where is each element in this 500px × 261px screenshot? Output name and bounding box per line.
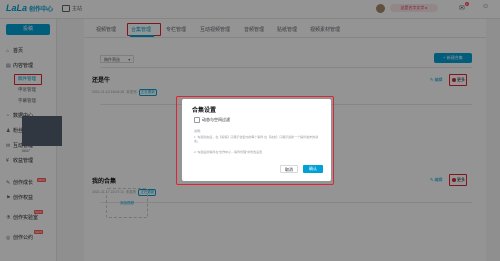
checkbox-icon[interactable]: [194, 117, 200, 123]
filter-checkbox[interactable]: 动态与空间过滤: [194, 117, 230, 123]
cancel-button[interactable]: 取消: [280, 165, 298, 173]
confirm-button[interactable]: 确认: [303, 165, 323, 173]
dialog-note-1: 1. 勾选动态后，在【投稿】只展示合集内的每个稿件 在【动态】只展示最新一个稿件…: [194, 135, 319, 143]
collection-settings-dialog: 合集设置 动态与空间过滤 说明： 1. 勾选动态后，在【投稿】只展示合集内的每个…: [182, 99, 331, 181]
dialog-title: 合集设置: [192, 108, 217, 114]
dialog-note-heading: 说明：: [194, 129, 204, 133]
dialog-note-2: 2. 勾选后的稿件在"创作中心 - 稿件管理"中修改设置: [194, 150, 263, 154]
